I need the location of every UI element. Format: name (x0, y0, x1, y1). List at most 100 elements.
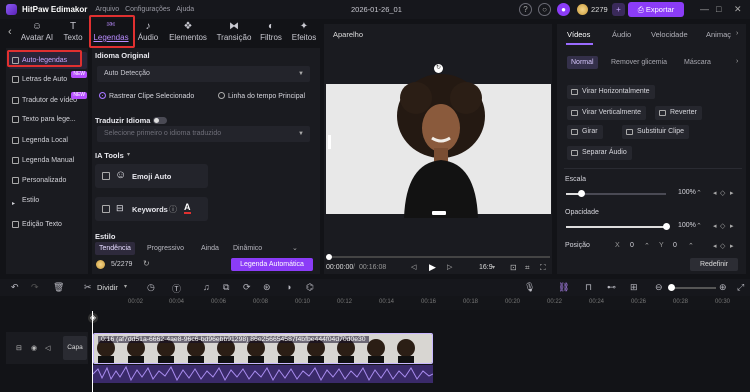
radio-selected-clip[interactable]: Rastrear Clipe Selecionado (99, 92, 194, 100)
frame-side-handle[interactable] (328, 135, 331, 149)
track-cover-button[interactable]: Capa (63, 336, 87, 360)
emoji-checkbox[interactable] (102, 172, 110, 180)
rotate-button[interactable]: Girar (567, 125, 603, 139)
style-tab-progressive[interactable]: Progressivo (143, 242, 188, 255)
scale-slider[interactable] (566, 190, 666, 197)
style-tab-still[interactable]: Ainda (197, 242, 223, 255)
color-icon[interactable]: ◑ (286, 282, 291, 292)
sidebar-item-text-editing[interactable]: Edição Texto (9, 216, 87, 233)
keyframe-next-icon[interactable]: ▸ (730, 242, 734, 250)
track-mute-icon[interactable]: ◁ (45, 344, 50, 352)
keyframe-prev-icon[interactable]: ◂ (713, 222, 717, 230)
position-x-input[interactable]: 0 (630, 242, 634, 249)
back-arrow-icon[interactable]: ‹ (8, 26, 12, 38)
delete-icon[interactable]: 🗑 (53, 282, 64, 293)
opacity-slider[interactable] (566, 223, 670, 230)
stepper-icon[interactable]: ⌃ (696, 222, 702, 230)
audio-waveform[interactable] (93, 365, 433, 383)
zoom-out-icon[interactable]: ⊖ (655, 282, 663, 293)
style-tab-dynamic[interactable]: Dinâmico (229, 242, 266, 255)
video-clip[interactable]: 0:16 (af7dd51a-6662-4ae8-96c6-bd96ebb912… (93, 333, 433, 364)
keyframe-add-icon[interactable]: ◇ (720, 242, 725, 250)
play-icon[interactable]: ▶ (429, 262, 436, 273)
scissors-icon[interactable]: ✂ (84, 282, 92, 293)
link-icon[interactable]: ⛓ (558, 282, 569, 293)
frame-resize-handle[interactable] (432, 211, 446, 215)
tab-animation[interactable]: Animaç (706, 30, 731, 39)
reset-button[interactable]: Redefinir (690, 258, 738, 271)
chevron-down-icon[interactable]: ⌄ (292, 244, 298, 252)
help-icon[interactable]: ? (519, 3, 532, 16)
refresh-icon[interactable]: ↻ (143, 259, 150, 268)
tips-icon[interactable]: ○ (538, 3, 551, 16)
tab-audio[interactable]: ♪ Áudio (132, 21, 164, 46)
replace-clip-button[interactable]: Substituir Clipe (622, 125, 690, 139)
stepper-icon[interactable]: ⌃ (696, 189, 702, 197)
separate-audio-button[interactable]: Separar Áudio (567, 146, 632, 160)
subtab-normal[interactable]: Normal (567, 56, 598, 69)
clock-speed-icon[interactable]: ◷ (147, 282, 155, 293)
scale-value[interactable]: 100% (678, 189, 696, 196)
sidebar-item-text-to-captions[interactable]: Texto para lege... (9, 111, 87, 128)
tab-text[interactable]: T Texto (57, 21, 89, 46)
account-avatar-icon[interactable]: ● (557, 3, 570, 16)
tool-emoji-auto[interactable]: ☺ Emoji Auto (95, 164, 208, 188)
timeline-ruler[interactable] (90, 296, 750, 310)
tabs-scroll-right-icon[interactable]: › (736, 30, 738, 37)
split-button[interactable]: Dividir (97, 283, 118, 292)
stepper-icon[interactable]: ⌃ (644, 242, 650, 250)
language-select[interactable]: Auto Detecção ▼ (97, 66, 310, 82)
keyframe-add-icon[interactable]: ◇ (720, 222, 725, 230)
magnet-icon[interactable]: ⊓ (585, 282, 592, 293)
tab-audio-props[interactable]: Áudio (612, 30, 631, 39)
tab-elements[interactable]: ❖ Elementos (166, 21, 210, 46)
tab-video[interactable]: Vídeos (567, 30, 590, 39)
marker-icon[interactable]: ⊞ (630, 282, 638, 293)
snap-icon[interactable]: ⊷ (607, 282, 616, 293)
keyframe-next-icon[interactable]: ▸ (730, 222, 734, 230)
position-y-input[interactable]: 0 (673, 242, 677, 249)
opacity-slider-knob[interactable] (663, 223, 670, 230)
minimize-icon[interactable]: — (700, 4, 709, 14)
preview-scrubber[interactable] (326, 254, 332, 260)
grid-icon[interactable]: ⌗ (525, 263, 530, 273)
playhead[interactable] (92, 311, 93, 392)
keyframe-prev-icon[interactable]: ◂ (713, 242, 717, 250)
zoom-slider-knob[interactable] (668, 284, 675, 291)
preview-progress-bar[interactable] (327, 256, 550, 258)
translate-toggle[interactable] (153, 117, 167, 124)
previous-frame-icon[interactable]: ◁ (411, 263, 416, 271)
keyframe-add-icon[interactable]: ◇ (720, 189, 725, 197)
subtab-mask[interactable]: Máscara (680, 56, 715, 69)
export-button[interactable]: ⎙ Exportar (628, 2, 684, 17)
track-visibility-icon[interactable]: ◉ (31, 344, 37, 352)
info-icon[interactable]: ⓘ (169, 204, 177, 215)
rotate-clip-icon[interactable]: ⟳ (243, 282, 251, 293)
next-frame-icon[interactable]: ▷ (447, 263, 452, 271)
reverse-button[interactable]: Reverter (655, 106, 702, 120)
sidebar-item-video-translator[interactable]: Tradutor de vídeo NEW (9, 92, 87, 109)
flip-vertical-button[interactable]: Virar Verticalmente (567, 106, 647, 120)
snapshot-icon[interactable]: ⊡ (510, 263, 517, 272)
zoom-slider[interactable] (670, 287, 716, 289)
keyframe-prev-icon[interactable]: ◂ (713, 189, 717, 197)
close-icon[interactable]: ✕ (734, 4, 742, 15)
tab-effects[interactable]: ✦ Efeitos (288, 21, 320, 46)
tab-speed[interactable]: Velocidade (651, 30, 688, 39)
menu-help[interactable]: Ajuda (176, 6, 194, 13)
volume-icon[interactable]: ♫ (203, 282, 210, 292)
subtabs-scroll-right-icon[interactable]: › (736, 58, 738, 65)
ai-tool-icon[interactable]: ⌬ (306, 282, 314, 293)
track-lock-icon[interactable]: ⊟ (16, 344, 22, 352)
upgrade-icon[interactable]: + (612, 3, 625, 16)
stepper-icon[interactable]: ⌃ (688, 242, 694, 250)
text-color-icon[interactable]: A (184, 203, 191, 214)
menu-file[interactable]: Arquivo (95, 6, 119, 13)
caret-down-icon[interactable]: ▾ (127, 151, 130, 158)
aspect-ratio-select[interactable]: 16:9 (479, 264, 493, 271)
opacity-value[interactable]: 100% (678, 222, 696, 229)
sidebar-item-style[interactable]: ▸ Estilo (9, 192, 87, 209)
fullscreen-icon[interactable]: ⛶ (540, 263, 546, 273)
crop-icon[interactable]: ⧉ (223, 282, 229, 293)
menu-settings[interactable]: Configurações (125, 6, 170, 13)
